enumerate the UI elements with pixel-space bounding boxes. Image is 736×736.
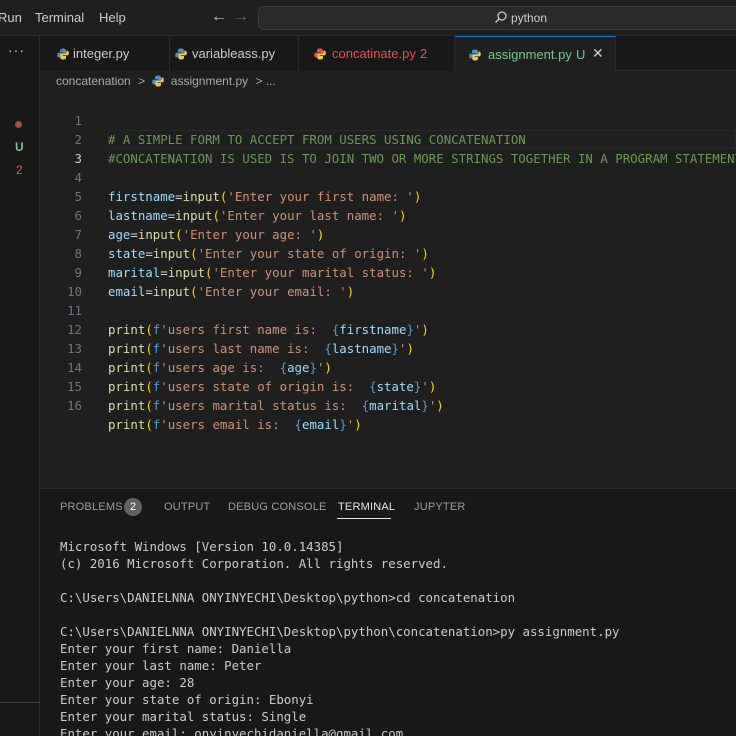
code-line: 3 bbox=[40, 130, 736, 166]
python-file-icon bbox=[57, 48, 69, 60]
terminal-line: Enter your state of origin: Ebonyi bbox=[60, 692, 314, 707]
python-file-icon bbox=[314, 48, 326, 60]
tab-assignment[interactable]: assignment.py U ✕ bbox=[455, 36, 616, 71]
modified-dot-icon bbox=[15, 121, 22, 128]
code-line: 8 marital=input('Enter your marital stat… bbox=[40, 225, 736, 280]
code-editor[interactable]: 1 # A SIMPLE FORM TO ACCEPT FROM USERS U… bbox=[40, 91, 736, 488]
search-text: python bbox=[511, 11, 548, 25]
tab-concatinate[interactable]: concatinate.py 2 bbox=[299, 36, 455, 71]
code-line: 7 state=input('Enter your state of origi… bbox=[40, 206, 736, 261]
title-bar: Run Terminal Help ← → python bbox=[0, 0, 736, 36]
untracked-marker: U bbox=[15, 140, 24, 154]
code-line: 9 email=input('Enter your email: ') bbox=[40, 244, 736, 299]
code-line: 15 print(f'users marital status is: {mar… bbox=[40, 358, 736, 413]
panel-tab-output[interactable]: OUTPUT bbox=[164, 501, 210, 513]
code-line: 6 age=input('Enter your age: ') bbox=[40, 187, 736, 242]
terminal-line: Enter your first name: Daniella bbox=[60, 641, 292, 656]
menu-terminal[interactable]: Terminal bbox=[35, 10, 84, 25]
more-actions-icon[interactable]: ··· bbox=[8, 42, 25, 58]
menu-help[interactable]: Help bbox=[99, 10, 126, 25]
panel-tab-problems[interactable]: PROBLEMS bbox=[60, 501, 123, 513]
code-line: 10 bbox=[40, 263, 736, 299]
tab-variableass[interactable]: variableass.py bbox=[170, 36, 299, 71]
tab-error-badge: 2 bbox=[420, 46, 428, 61]
tab-label: variableass.py bbox=[192, 46, 276, 61]
terminal-line: Microsoft Windows [Version 10.0.14385] bbox=[60, 539, 344, 554]
code-line: 2 #CONCATENATION IS USED IS TO JOIN TWO … bbox=[40, 111, 736, 166]
line-number: 16 bbox=[67, 398, 82, 413]
panel-tab-debug-console[interactable]: DEBUG CONSOLE bbox=[228, 501, 327, 513]
code-line: 1 # A SIMPLE FORM TO ACCEPT FROM USERS U… bbox=[40, 92, 736, 147]
tab-integer[interactable]: integer.py bbox=[40, 36, 170, 71]
terminal-line: C:\Users\DANIELNNA ONYINYECHI\Desktop\py… bbox=[60, 590, 516, 605]
python-file-icon bbox=[175, 48, 187, 60]
breadcrumb-folder[interactable]: concatenation bbox=[56, 74, 131, 88]
back-arrow-icon[interactable]: ← bbox=[211, 8, 227, 26]
panel-tab-jupyter[interactable]: JUPYTER bbox=[414, 501, 466, 513]
search-icon bbox=[495, 11, 507, 23]
code-line: 5 lastname=input('Enter your last name: … bbox=[40, 168, 736, 223]
tab-untracked-badge: U bbox=[576, 47, 586, 62]
code-line: 16 print(f'users email is: {email}') bbox=[40, 377, 736, 432]
problem-count-marker: 2 bbox=[16, 163, 23, 177]
code-line: 14 print(f'users state of origin is: {st… bbox=[40, 339, 736, 394]
code-line: 11 print(f'users first name is: {firstna… bbox=[40, 282, 736, 337]
tab-label: concatinate.py bbox=[332, 46, 416, 61]
code-line: 4 firstname=input('Enter your first name… bbox=[40, 149, 736, 204]
panel-tab-terminal[interactable]: TERMINAL bbox=[338, 501, 395, 513]
python-file-icon bbox=[469, 49, 481, 61]
forward-arrow-icon[interactable]: → bbox=[233, 8, 249, 26]
terminal-line: Enter your age: 28 bbox=[60, 675, 195, 690]
active-tab-indicator bbox=[337, 518, 391, 519]
code-line: 12 print(f'users last name is: {lastname… bbox=[40, 301, 736, 356]
terminal-line: Enter your marital status: Single bbox=[60, 709, 307, 724]
breadcrumb: concatenation > assignment.py > ... bbox=[56, 74, 280, 88]
code-statement: print(f'users marital status is: {marita… bbox=[108, 398, 444, 413]
terminal-line: (c) 2016 Microsoft Corporation. All righ… bbox=[60, 556, 448, 571]
python-file-icon bbox=[152, 75, 165, 87]
code-statement: print(f'users email is: {email}') bbox=[108, 417, 362, 432]
close-icon[interactable]: ✕ bbox=[592, 45, 604, 62]
breadcrumb-separator: > bbox=[138, 74, 146, 88]
breadcrumb-more[interactable]: > ... bbox=[256, 74, 276, 88]
problems-count-badge: 2 bbox=[124, 498, 142, 516]
code-line: 13 print(f'users age is: {age}') bbox=[40, 320, 736, 375]
terminal-line: C:\Users\DANIELNNA ONYINYECHI\Desktop\py… bbox=[60, 624, 620, 639]
tab-label: assignment.py bbox=[488, 47, 572, 62]
breadcrumb-file[interactable]: assignment.py bbox=[171, 74, 248, 88]
divider bbox=[0, 702, 40, 703]
terminal-line: Enter your email: onyinyechidaniella@gma… bbox=[60, 726, 404, 736]
terminal-line: Enter your last name: Peter bbox=[60, 658, 262, 673]
menu-run[interactable]: Run bbox=[0, 10, 22, 25]
tab-label: integer.py bbox=[73, 46, 130, 61]
